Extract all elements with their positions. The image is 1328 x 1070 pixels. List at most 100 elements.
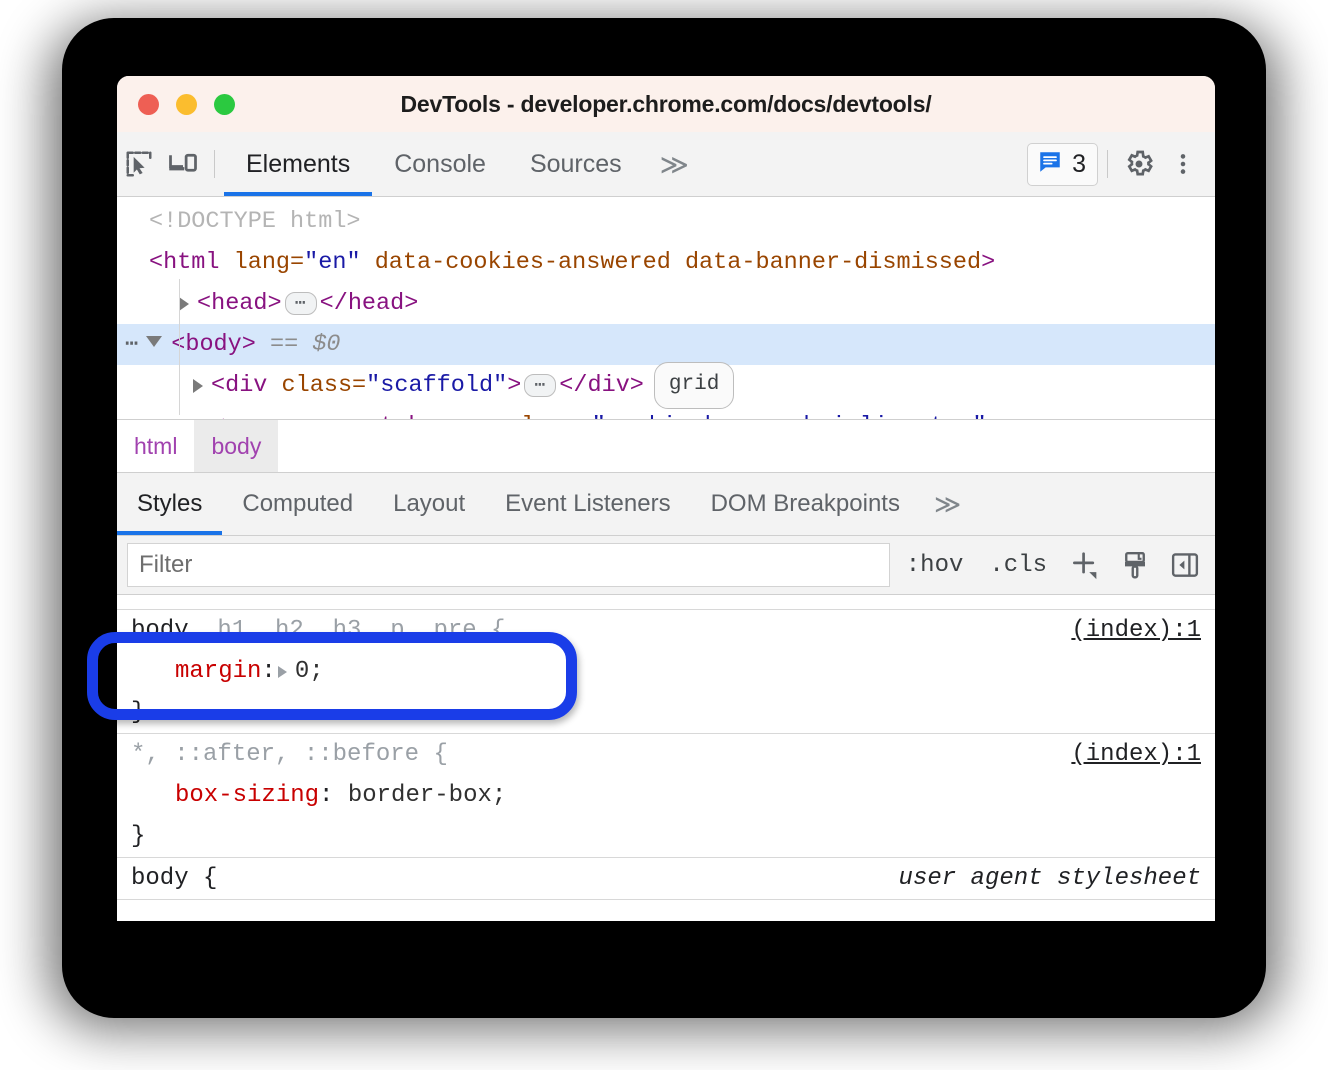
declaration-value[interactable]: border-box; [348,782,506,809]
more-sidebar-tabs-icon[interactable]: ≫ [920,473,971,535]
dom-row-announcement-banner[interactable]: <announcement-banner class="cookie-banne… [117,406,1215,419]
cls-button[interactable]: .cls [979,552,1057,579]
div-tag-close: </div> [559,365,644,406]
tab-dom-breakpoints-label: DOM Breakpoints [711,490,900,518]
selector-rest: , h1, h2, h3, p, pre { [189,617,506,644]
more-vertical-icon[interactable] [1161,142,1205,186]
devtools-window: DevTools - developer.chrome.com/docs/dev… [117,76,1215,921]
dom-row-doctype[interactable]: <!DOCTYPE html> [117,201,1215,242]
styles-rule-universal[interactable]: *, ::after, ::before { (index):1 box-siz… [117,734,1215,858]
body-dollar-zero: $0 [312,324,340,365]
devtools-toolbar: Elements Console Sources ≫ 3 [117,132,1215,197]
gear-icon[interactable] [1117,142,1161,186]
dom-row-html[interactable]: <html lang="en" data-cookies-answered da… [117,242,1215,283]
collapsed-children-icon[interactable]: ⋯ [285,292,317,315]
expand-triangle-icon[interactable] [193,379,203,393]
rule-selector-line[interactable]: *, ::after, ::before { (index):1 [131,734,1201,775]
breadcrumb-item-html-label: html [134,433,177,460]
collapse-triangle-icon[interactable] [146,336,162,354]
device-toolbar-icon[interactable] [161,142,205,186]
more-panels-icon[interactable]: ≫ [644,132,701,196]
tab-event-listeners[interactable]: Event Listeners [485,473,690,535]
window-title: DevTools - developer.chrome.com/docs/dev… [117,91,1215,118]
row-overflow-icon[interactable]: ⋯ [125,324,140,365]
tab-layout[interactable]: Layout [373,473,485,535]
rule-closing-line: } [131,692,1201,733]
head-tag: <head> [197,283,282,324]
breadcrumb: html body [117,419,1215,473]
tab-console-label: Console [394,150,486,179]
issues-message-icon [1037,149,1063,180]
tab-sources[interactable]: Sources [508,132,644,196]
html-attr-lang-value: "en" [304,242,360,283]
declaration-margin[interactable]: margin:0; [131,651,1201,692]
grid-badge[interactable]: grid [654,362,734,409]
tab-console[interactable]: Console [372,132,508,196]
tab-dom-breakpoints[interactable]: DOM Breakpoints [691,473,920,535]
rule-closing-line: } [131,816,1201,857]
tab-computed-label: Computed [242,490,353,518]
filter-placeholder: Filter [139,551,192,579]
expand-shorthand-icon[interactable] [278,666,287,678]
toolbar-divider [214,150,215,178]
tab-computed[interactable]: Computed [222,473,373,535]
banner-tag-open: <announcement-banner [211,406,493,419]
declaration-property[interactable]: box-sizing [175,782,319,809]
toolbar-divider-2 [1107,150,1108,178]
inspect-element-icon[interactable] [117,142,161,186]
dom-row-head[interactable]: <head>⋯</head> [117,283,1215,324]
banner-attr-class: class [507,406,578,419]
issues-count: 3 [1072,150,1086,179]
html-attr-lang: lang [234,242,290,283]
div-tag-open: <div [211,365,267,406]
styles-rule-body-headings[interactable]: body, h1, h2, h3, p, pre { (index):1 mar… [117,610,1215,734]
body-equals: == [270,324,298,365]
breadcrumb-item-body[interactable]: body [194,420,278,472]
styles-rule-partial-top[interactable]: } [117,595,1215,610]
toggle-sidebar-icon[interactable] [1163,543,1207,587]
rule-origin-label: user agent stylesheet [899,865,1201,892]
tab-layout-label: Layout [393,490,465,518]
rule-selector-line[interactable]: body { user agent stylesheet [131,858,1201,899]
rule-closing-brace: } [131,699,145,726]
head-tag-close: </head> [320,283,419,324]
tab-elements-label: Elements [246,150,350,179]
dom-row-body[interactable]: ⋯ <body> == $0 [117,324,1215,365]
declaration-box-sizing[interactable]: box-sizing: border-box; [131,775,1201,816]
collapsed-children-icon[interactable]: ⋯ [524,374,556,397]
banner-attr-class-value: "cookie-banner hairline top" [592,406,987,419]
declaration-value[interactable]: 0; [295,658,324,685]
dom-tree[interactable]: <!DOCTYPE html> <html lang="en" data-coo… [117,197,1215,419]
selector-match: body [131,617,189,644]
filter-input[interactable]: Filter [127,543,890,587]
tab-elements[interactable]: Elements [224,132,372,196]
styles-pane[interactable]: } body, h1, h2, h3, p, pre { (index):1 m… [117,595,1215,921]
breadcrumb-item-html[interactable]: html [117,420,194,472]
rule-selector-line[interactable]: body, h1, h2, h3, p, pre { (index):1 [131,610,1201,651]
tab-event-listeners-label: Event Listeners [505,490,670,518]
sidebar-tabs: Styles Computed Layout Event Listeners D… [117,473,1215,536]
html-attr-banner: data-banner-dismissed [685,242,981,283]
issues-button[interactable]: 3 [1027,143,1098,186]
declaration-property[interactable]: margin [175,658,261,685]
html-attr-cookies: data-cookies-answered [375,242,671,283]
selector-rest: , ::after, ::before { [145,741,447,768]
paintbrush-icon[interactable] [1113,543,1157,587]
doctype-text: <!DOCTYPE html> [149,201,361,242]
tab-styles-label: Styles [137,490,202,518]
tab-sources-label: Sources [530,150,622,179]
expand-triangle-icon[interactable] [179,297,189,311]
hov-button[interactable]: :hov [896,552,974,579]
rule-origin-link[interactable]: (index):1 [1071,617,1201,644]
dom-row-div-scaffold[interactable]: <div class="scaffold">⋯</div>grid [117,365,1215,406]
html-tag-open: <html [149,242,220,283]
styles-rule-user-agent-body[interactable]: body { user agent stylesheet [117,858,1215,900]
tab-styles[interactable]: Styles [117,473,222,535]
plus-new-style-rule-icon[interactable] [1063,543,1107,587]
selector-match: * [131,741,145,768]
rule-origin-link[interactable]: (index):1 [1071,741,1201,768]
body-tag: <body> [171,324,256,365]
styles-filter-bar: Filter :hov .cls [117,536,1215,595]
title-bar: DevTools - developer.chrome.com/docs/dev… [117,76,1215,132]
tree-guide-line [179,279,180,415]
